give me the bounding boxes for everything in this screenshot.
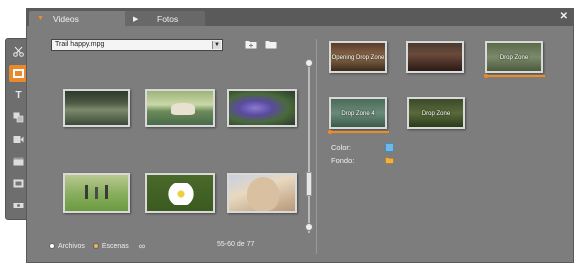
file-select[interactable]: Trail happy.mpg ▼ xyxy=(51,39,223,51)
drop-zone-label: Drop Zone xyxy=(421,111,451,117)
drop-zone-marker xyxy=(328,130,332,134)
close-icon[interactable]: ✕ xyxy=(560,11,568,22)
view-mode-row: Archivos Escenas ∞ xyxy=(49,241,145,251)
new-folder-icon[interactable] xyxy=(245,39,257,49)
color-swatch[interactable] xyxy=(385,143,394,152)
scene-thumbnail[interactable] xyxy=(63,89,130,127)
drop-zone[interactable]: Drop Zone xyxy=(485,41,543,73)
drop-zone-label: Drop Zone 4 xyxy=(341,111,375,117)
scroll-up-button[interactable] xyxy=(305,59,313,67)
chevron-down-icon[interactable]: ▼ xyxy=(212,41,221,49)
scene-count: 55-60 de 77 xyxy=(217,241,255,248)
radio-escenas-label: Escenas xyxy=(101,242,129,250)
scene-thumbnail[interactable] xyxy=(63,173,130,213)
tab-fotos[interactable]: ▶ Fotos xyxy=(125,11,205,26)
drop-zone[interactable]: Drop Zone xyxy=(407,97,465,129)
drop-zone[interactable]: Drop Zone 4 xyxy=(329,97,387,129)
drop-zone[interactable]: Opening Drop Zone xyxy=(329,41,387,73)
drop-zone-label: Opening Drop Zone xyxy=(331,55,385,61)
drop-zone[interactable] xyxy=(406,41,464,73)
folder-icon[interactable] xyxy=(385,156,394,165)
scrollbar-track[interactable] xyxy=(308,61,310,233)
chevron-right-icon: ▶ xyxy=(133,15,139,23)
drop-zone-marker xyxy=(484,74,488,78)
tab-videos-label: Videos xyxy=(53,13,79,24)
panel-divider xyxy=(316,39,317,254)
radio-archivos[interactable] xyxy=(49,243,55,249)
radio-archivos-label: Archivos xyxy=(58,242,85,250)
scene-thumbnail[interactable] xyxy=(227,89,297,127)
color-label: Color: xyxy=(331,143,352,152)
scene-thumbnail[interactable] xyxy=(227,173,297,213)
scrollbar-thumb[interactable] xyxy=(306,172,312,196)
tab-fotos-label: Fotos xyxy=(157,13,179,24)
chevron-down-icon: ▼ xyxy=(37,15,44,22)
glasses-icon[interactable]: ∞ xyxy=(139,241,145,251)
file-select-value: Trail happy.mpg xyxy=(55,41,105,48)
tab-bar: ▼ Videos ▶ Fotos ✕ xyxy=(27,9,573,26)
album-panel: ▼ Videos ▶ Fotos ✕ Trail happy.mpg ▼ Arc… xyxy=(26,8,574,263)
drop-zone-indicator xyxy=(331,131,389,133)
drop-zone-label: Drop Zone xyxy=(499,55,529,61)
radio-escenas[interactable] xyxy=(92,243,99,249)
folder-icon[interactable] xyxy=(265,39,277,49)
scene-thumbnail[interactable] xyxy=(145,89,215,127)
scene-thumbnail[interactable] xyxy=(145,173,215,213)
drop-zone-indicator xyxy=(487,75,545,77)
fondo-label: Fondo: xyxy=(331,156,355,165)
scroll-down-button[interactable] xyxy=(305,223,313,231)
